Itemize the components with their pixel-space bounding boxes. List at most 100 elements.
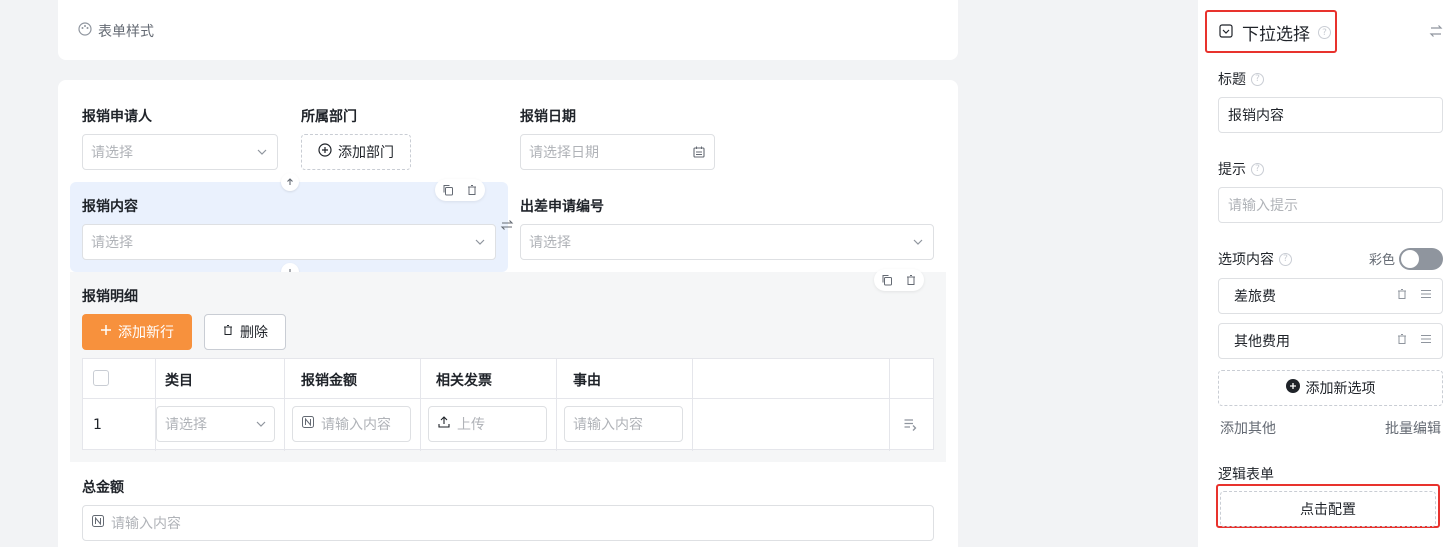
content-placeholder: 请选择 bbox=[91, 235, 133, 251]
plus-icon bbox=[100, 324, 112, 340]
plus-circle-icon bbox=[318, 143, 332, 161]
delete-button[interactable]: 删除 bbox=[204, 314, 286, 350]
add-department-label: 添加部门 bbox=[338, 145, 394, 161]
delete-label: 删除 bbox=[240, 325, 268, 341]
calendar-icon bbox=[692, 145, 706, 163]
chevron-down-icon bbox=[255, 145, 269, 159]
bulk-edit-link[interactable]: 批量编辑 bbox=[1385, 418, 1441, 438]
date-placeholder: 请选择日期 bbox=[529, 145, 599, 161]
trash-icon[interactable] bbox=[1396, 333, 1408, 349]
option-actions bbox=[1396, 333, 1432, 349]
dropdown-icon bbox=[1218, 23, 1234, 43]
number-icon bbox=[91, 514, 105, 532]
option-label: 其他费用 bbox=[1234, 334, 1290, 350]
drag-handle-icon[interactable] bbox=[1420, 333, 1432, 349]
field-tools bbox=[435, 179, 485, 201]
detail-label: 报销明细 bbox=[82, 289, 138, 305]
trash-icon[interactable] bbox=[1396, 288, 1408, 304]
title-input-value: 报销内容 bbox=[1228, 108, 1284, 124]
date-picker[interactable]: 请选择日期 bbox=[520, 134, 715, 170]
col-header-invoice: 相关发票 bbox=[436, 373, 492, 389]
applicant-label: 报销申请人 bbox=[82, 109, 152, 125]
content-select[interactable]: 请选择 bbox=[82, 224, 496, 260]
row-index: 1 bbox=[93, 417, 102, 433]
options-label: 选项内容? bbox=[1218, 249, 1292, 269]
form-style-label: 表单样式 bbox=[98, 24, 154, 40]
add-row-label: 添加新行 bbox=[118, 325, 174, 341]
copy-icon[interactable] bbox=[439, 181, 457, 199]
trash-icon[interactable] bbox=[902, 271, 920, 289]
options-label-text: 选项内容 bbox=[1218, 252, 1274, 268]
plus-circle-icon bbox=[1285, 379, 1300, 397]
copy-icon[interactable] bbox=[878, 271, 896, 289]
col-header-category: 类目 bbox=[165, 373, 193, 389]
applicant-placeholder: 请选择 bbox=[91, 145, 133, 161]
invoice-upload[interactable]: 上传 bbox=[428, 406, 547, 442]
color-toggle[interactable] bbox=[1399, 248, 1443, 270]
content-label: 报销内容 bbox=[82, 199, 138, 215]
chevron-down-icon bbox=[911, 235, 925, 249]
total-input[interactable]: 请输入内容 bbox=[82, 505, 934, 541]
help-icon[interactable]: ? bbox=[1318, 26, 1331, 39]
logic-form-label-text: 逻辑表单 bbox=[1218, 467, 1274, 483]
hint-input-placeholder: 请输入提示 bbox=[1228, 198, 1298, 214]
upload-icon bbox=[437, 415, 451, 433]
configure-button[interactable]: 点击配置 bbox=[1220, 491, 1436, 527]
department-label: 所属部门 bbox=[301, 109, 357, 125]
panel-title: 下拉选择 ? bbox=[1218, 20, 1331, 45]
trip-no-label: 出差申请编号 bbox=[520, 199, 604, 215]
hint-field-label: 提示? bbox=[1218, 159, 1264, 179]
category-placeholder: 请选择 bbox=[165, 417, 207, 433]
upload-label: 上传 bbox=[457, 417, 485, 433]
option-actions bbox=[1396, 288, 1432, 304]
trash-icon[interactable] bbox=[463, 181, 481, 199]
reason-input[interactable]: 请输入内容 bbox=[564, 406, 683, 442]
color-toggle-label: 彩色 bbox=[1369, 253, 1396, 268]
add-option-label: 添加新选项 bbox=[1305, 381, 1376, 397]
hint-field-label-text: 提示 bbox=[1218, 162, 1246, 178]
title-input[interactable]: 报销内容 bbox=[1218, 97, 1443, 133]
select-all-checkbox[interactable] bbox=[93, 370, 109, 386]
applicant-select[interactable]: 请选择 bbox=[82, 134, 278, 170]
row-edit-icon[interactable] bbox=[903, 417, 917, 435]
help-icon[interactable]: ? bbox=[1279, 252, 1292, 266]
toggle-knob bbox=[1401, 250, 1419, 268]
drag-handle-icon[interactable] bbox=[1420, 288, 1432, 304]
date-label: 报销日期 bbox=[520, 109, 576, 125]
number-icon bbox=[301, 415, 315, 433]
help-icon[interactable]: ? bbox=[1251, 72, 1264, 86]
title-field-label: 标题? bbox=[1218, 69, 1264, 89]
add-department-button[interactable]: 添加部门 bbox=[301, 134, 411, 170]
panel-title-text: 下拉选择 bbox=[1242, 25, 1310, 45]
col-header-amount: 报销金额 bbox=[301, 373, 357, 389]
reason-placeholder: 请输入内容 bbox=[573, 417, 643, 433]
trip-no-placeholder: 请选择 bbox=[529, 235, 571, 251]
option-label: 差旅费 bbox=[1234, 289, 1276, 305]
add-option-button[interactable]: 添加新选项 bbox=[1218, 370, 1443, 406]
title-field-label-text: 标题 bbox=[1218, 72, 1246, 88]
swap-icon[interactable] bbox=[500, 218, 514, 236]
form-settings-card: 表单样式 bbox=[58, 0, 958, 60]
palette-icon bbox=[78, 22, 92, 40]
move-up-icon[interactable] bbox=[281, 173, 299, 191]
detail-table: 类目 报销金额 相关发票 事由 1 请选择 请输入内容 上传 请输入内容 bbox=[82, 358, 934, 451]
chevron-down-icon bbox=[254, 417, 268, 435]
category-select[interactable]: 请选择 bbox=[156, 406, 275, 442]
option-item[interactable]: 差旅费 bbox=[1218, 278, 1443, 314]
trash-icon bbox=[222, 324, 234, 340]
total-label: 总金额 bbox=[82, 480, 124, 496]
add-row-button[interactable]: 添加新行 bbox=[82, 314, 192, 350]
switch-type-icon[interactable] bbox=[1428, 24, 1444, 42]
form-style-item[interactable]: 表单样式 bbox=[78, 21, 154, 41]
chevron-down-icon bbox=[473, 235, 487, 249]
trip-no-select[interactable]: 请选择 bbox=[520, 224, 934, 260]
col-header-reason: 事由 bbox=[573, 373, 601, 389]
hint-input[interactable]: 请输入提示 bbox=[1218, 187, 1443, 223]
logic-form-label: 逻辑表单 bbox=[1218, 464, 1274, 484]
option-item[interactable]: 其他费用 bbox=[1218, 323, 1443, 359]
detail-tools bbox=[874, 269, 924, 291]
help-icon[interactable]: ? bbox=[1251, 162, 1264, 176]
amount-input[interactable]: 请输入内容 bbox=[292, 406, 411, 442]
amount-placeholder: 请输入内容 bbox=[321, 417, 391, 433]
add-other-link[interactable]: 添加其他 bbox=[1220, 418, 1276, 438]
